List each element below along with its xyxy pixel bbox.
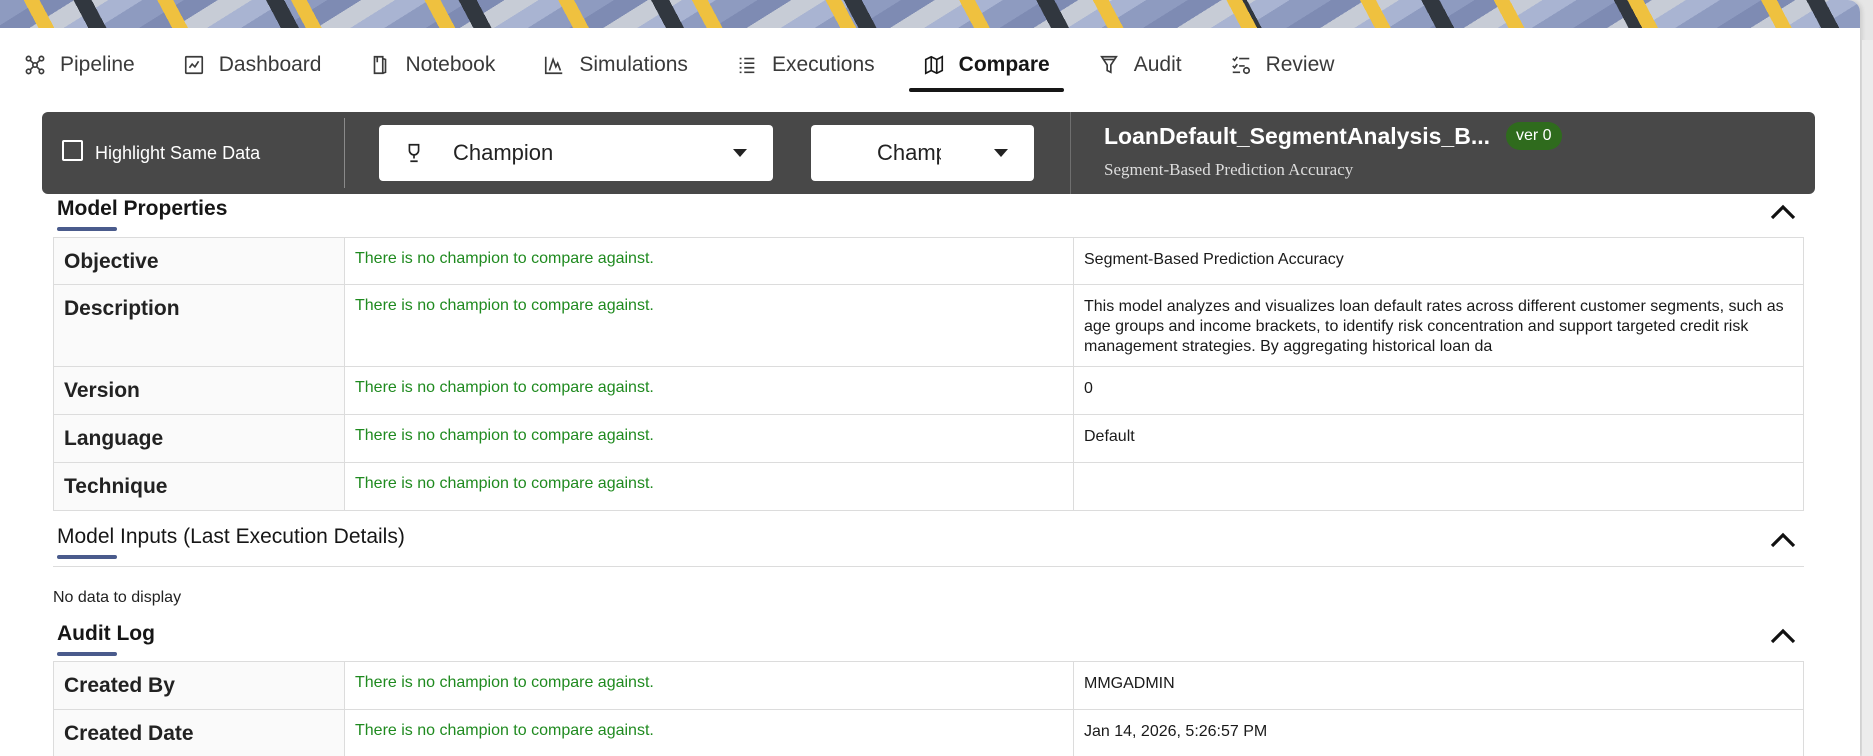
champion-value: There is no champion to compare against. [344,284,1074,367]
dashboard-icon [183,54,205,76]
challenger-value: Segment-Based Prediction Accuracy [1073,237,1804,285]
champion-value: There is no champion to compare against. [344,237,1074,285]
challenger-value: This model analyzes and visualizes loan … [1073,284,1804,367]
challenger-value: Jan 14, 2026, 5:26:57 PM [1073,709,1804,756]
pipeline-icon [24,54,46,76]
map-icon [923,54,945,76]
champion-value: There is no champion to compare against. [344,709,1074,756]
row-label: Objective [53,237,345,285]
app-window: Pipeline Dashboard Notebook Simulations … [0,0,1860,756]
highlight-checkbox[interactable] [62,139,83,161]
tab-label: Compare [958,53,1050,76]
row-label: Technique [53,462,345,511]
chevron-down-icon [733,149,747,157]
chevron-down-icon [994,149,1008,157]
challenger-value: MMGADMIN [1073,661,1804,710]
tab-executions[interactable]: Executions [712,38,899,92]
section-title-audit-log: Audit Log [57,622,155,656]
collapse-model-inputs-button[interactable] [1768,529,1798,551]
header-banner [0,0,1860,28]
tab-label: Audit [1133,53,1182,76]
version-badge: ver 0 [1506,122,1562,150]
champion-value: There is no champion to compare against. [344,366,1074,415]
highlight-same-data-toggle[interactable]: Highlight Same Data [42,118,345,188]
tab-pipeline[interactable]: Pipeline [0,38,159,92]
model-subtitle: Segment-Based Prediction Accuracy [1104,160,1354,179]
champion-value: There is no champion to compare against. [344,414,1074,463]
section-title-model-inputs: Model Inputs (Last Execution Details) [57,525,405,559]
champion-value: There is no champion to compare against. [344,462,1074,511]
tab-review[interactable]: Review [1206,38,1359,92]
section-title-model-properties: Model Properties [57,197,228,231]
section-divider [53,566,1804,567]
model-info: LoanDefault_SegmentAnalysis_B... ver 0 S… [1104,122,1562,180]
model-title: LoanDefault_SegmentAnalysis_B... [1104,122,1490,149]
row-label: Description [53,284,345,367]
toolbar-divider [1070,112,1071,194]
compare-toolbar: Highlight Same Data Champion Champion Lo… [42,112,1815,194]
chevron-up-icon [1770,628,1796,644]
table-row: Version There is no champion to compare … [53,366,1804,415]
collapse-audit-log-button[interactable] [1768,625,1798,647]
chevron-up-icon [1770,532,1796,548]
challenger-select[interactable]: Champion [811,125,1034,181]
notebook-icon [369,54,391,76]
tab-compare[interactable]: Compare [899,38,1074,92]
challenger-value: Default [1073,414,1804,463]
challenger-value: 0 [1073,366,1804,415]
tab-label: Pipeline [60,53,135,76]
tab-notebook[interactable]: Notebook [345,38,519,92]
row-label: Version [53,366,345,415]
tab-label: Review [1265,53,1335,76]
champion-select[interactable]: Champion [379,125,773,181]
champion-value: There is no champion to compare against. [344,661,1074,710]
audit-log-table: Created By There is no champion to compa… [53,661,1804,756]
row-label: Created Date [53,709,345,756]
tab-audit[interactable]: Audit [1074,38,1206,92]
scrollbar[interactable] [1862,40,1873,756]
chevron-up-icon [1770,204,1796,220]
model-properties-table: Objective There is no champion to compar… [53,237,1804,511]
row-label: Created By [53,661,345,710]
review-icon [1230,54,1252,76]
tab-dashboard[interactable]: Dashboard [159,38,346,92]
tab-label: Simulations [579,53,688,76]
tab-bar: Pipeline Dashboard Notebook Simulations … [0,38,1480,92]
champion-select-value: Champion [453,140,554,165]
highlight-label: Highlight Same Data [95,142,261,163]
tab-label: Dashboard [218,53,322,76]
row-label: Language [53,414,345,463]
collapse-model-properties-button[interactable] [1768,201,1798,223]
challenger-select-value: Champion [877,140,941,165]
audit-icon [1098,54,1120,76]
tab-label: Executions [771,53,875,76]
table-row: Description There is no champion to comp… [53,284,1804,367]
table-row: Created Date There is no champion to com… [53,709,1804,756]
trophy-icon [403,142,425,164]
table-row: Language There is no champion to compare… [53,414,1804,463]
tab-simulations[interactable]: Simulations [519,38,712,92]
table-row: Created By There is no champion to compa… [53,661,1804,710]
empty-state-text: No data to display [53,589,182,606]
executions-icon [736,54,758,76]
table-row: Objective There is no champion to compar… [53,237,1804,285]
table-row: Technique There is no champion to compar… [53,462,1804,511]
tab-label: Notebook [405,53,496,76]
challenger-value [1073,462,1804,511]
simulations-icon [543,54,565,76]
